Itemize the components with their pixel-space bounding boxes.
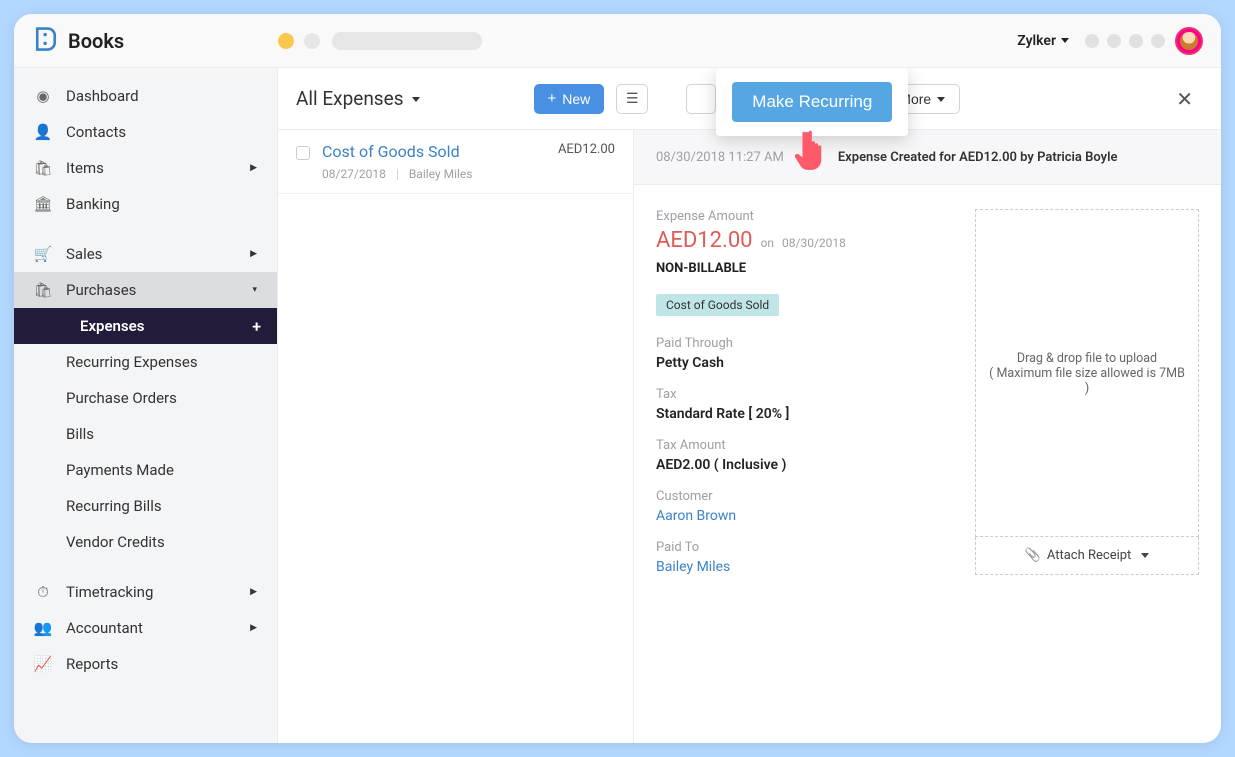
- banking-icon: 🏛: [34, 195, 52, 213]
- tax-label: Tax: [656, 387, 945, 402]
- app-window: Books Zylker ◉ Dashboard 👤 Contacts 🛍: [14, 14, 1221, 743]
- chevron-right-icon: ▶: [250, 249, 257, 259]
- sidebar-item-items[interactable]: 🛍 Items ▶: [14, 150, 277, 186]
- sidebar-sub-expenses[interactable]: Expenses +: [14, 308, 277, 344]
- edit-button[interactable]: [686, 84, 716, 114]
- expense-row-amount: AED12.00: [558, 142, 615, 181]
- chevron-right-icon: ▶: [250, 163, 257, 173]
- dashboard-icon: ◉: [34, 87, 52, 105]
- paid-through-value: Petty Cash: [656, 355, 945, 371]
- attach-receipt-button[interactable]: Attach Receipt: [975, 537, 1199, 575]
- tab-dots: [278, 33, 320, 49]
- sidebar-item-reports[interactable]: 📈 Reports: [14, 646, 277, 682]
- reports-icon: 📈: [34, 655, 52, 673]
- chevron-down-icon: ▾: [252, 285, 257, 295]
- expense-row-title: Cost of Goods Sold: [322, 142, 546, 161]
- bulb-icon: [802, 148, 820, 166]
- expense-row[interactable]: Cost of Goods Sold 08/27/2018 Bailey Mil…: [278, 130, 633, 194]
- add-expense-icon[interactable]: +: [252, 317, 261, 336]
- sidebar-sub-purchase-orders[interactable]: Purchase Orders: [14, 380, 277, 416]
- sidebar-sub-payments-made[interactable]: Payments Made: [14, 452, 277, 488]
- sidebar-sub-recurring-bills[interactable]: Recurring Bills: [14, 488, 277, 524]
- expense-row-meta: 08/27/2018 Bailey Miles: [322, 167, 546, 181]
- sales-icon: 🛒: [34, 245, 52, 263]
- books-logo-icon: [32, 25, 60, 57]
- sidebar-item-sales[interactable]: 🛒 Sales ▶: [14, 236, 277, 272]
- app-logo[interactable]: Books: [32, 25, 278, 57]
- make-recurring-button[interactable]: Make Recurring: [732, 82, 892, 122]
- sidebar-item-purchases[interactable]: 🛍 Purchases ▾: [14, 272, 277, 308]
- row-checkbox[interactable]: [296, 146, 310, 160]
- contacts-icon: 👤: [34, 123, 52, 141]
- content: All Expenses New ☰ Make Recurring More: [278, 68, 1221, 743]
- tab-dot: [304, 33, 320, 49]
- sidebar-sub-recurring-expenses[interactable]: Recurring Expenses: [14, 344, 277, 380]
- tax-amount-label: Tax Amount: [656, 438, 945, 453]
- tax-value: Standard Rate [ 20% ]: [656, 406, 945, 422]
- receipt-dropzone[interactable]: Drag & drop file to upload ( Maximum fil…: [975, 209, 1199, 537]
- sidebar-item-timetracking[interactable]: ⏱ Timetracking ▶: [14, 574, 277, 610]
- customer-label: Customer: [656, 489, 945, 504]
- tab-dot-active: [278, 33, 294, 49]
- paid-to-link[interactable]: Bailey Miles: [656, 559, 945, 575]
- url-pill: [332, 32, 482, 50]
- sidebar-item-banking[interactable]: 🏛 Banking: [14, 186, 277, 222]
- chevron-right-icon: ▶: [250, 623, 257, 633]
- avatar[interactable]: [1175, 27, 1203, 55]
- expense-list: Cost of Goods Sold 08/27/2018 Bailey Mil…: [278, 130, 634, 743]
- org-switcher[interactable]: Zylker: [1017, 33, 1069, 49]
- sidebar-sub-bills[interactable]: Bills: [14, 416, 277, 452]
- paid-through-label: Paid Through: [656, 336, 945, 351]
- sidebar-sub-vendor-credits[interactable]: Vendor Credits: [14, 524, 277, 560]
- items-icon: 🛍: [34, 159, 52, 177]
- log-text: Expense Created for AED12.00 by Patricia…: [838, 150, 1118, 165]
- paid-to-label: Paid To: [656, 540, 945, 555]
- sidebar-item-contacts[interactable]: 👤 Contacts: [14, 114, 277, 150]
- sidebar-item-dashboard[interactable]: ◉ Dashboard: [14, 78, 277, 114]
- tax-amount-value: AED2.00 ( Inclusive ): [656, 457, 945, 473]
- sidebar-sub-label: Expenses: [80, 317, 144, 335]
- list-menu-button[interactable]: ☰: [616, 84, 648, 114]
- sidebar: ◉ Dashboard 👤 Contacts 🛍 Items ▶ 🏛 Banki…: [14, 68, 278, 743]
- expense-detail: 08/30/2018 11:27 AM Expense Created for …: [634, 130, 1221, 743]
- accountant-icon: 👥: [34, 619, 52, 637]
- expense-date: 08/30/2018: [782, 236, 846, 250]
- billable-status: NON-BILLABLE: [656, 261, 945, 276]
- topbar-actions-placeholder: [1085, 34, 1165, 48]
- chevron-right-icon: ▶: [250, 587, 257, 597]
- app-name: Books: [68, 29, 124, 53]
- list-header: All Expenses New ☰ Make Recurring More: [278, 68, 1221, 130]
- customer-link[interactable]: Aaron Brown: [656, 508, 945, 524]
- sidebar-item-accountant[interactable]: 👥 Accountant ▶: [14, 610, 277, 646]
- paperclip-icon: [1025, 548, 1041, 563]
- list-title-dropdown[interactable]: All Expenses: [296, 87, 420, 110]
- activity-log: 08/30/2018 11:27 AM Expense Created for …: [634, 130, 1221, 185]
- category-chip: Cost of Goods Sold: [656, 294, 779, 316]
- topbar: Books Zylker: [14, 14, 1221, 68]
- recurring-popover: Make Recurring: [716, 68, 908, 136]
- expense-amount: AED12.00: [656, 228, 753, 253]
- clock-icon: ⏱: [34, 583, 52, 601]
- close-icon[interactable]: ✕: [1166, 83, 1203, 115]
- new-button[interactable]: New: [534, 84, 605, 114]
- amount-label: Expense Amount: [656, 209, 945, 224]
- purchases-icon: 🛍: [34, 281, 52, 299]
- log-time: 08/30/2018 11:27 AM: [656, 150, 784, 165]
- purchases-submenu: Expenses + Recurring Expenses Purchase O…: [14, 308, 277, 560]
